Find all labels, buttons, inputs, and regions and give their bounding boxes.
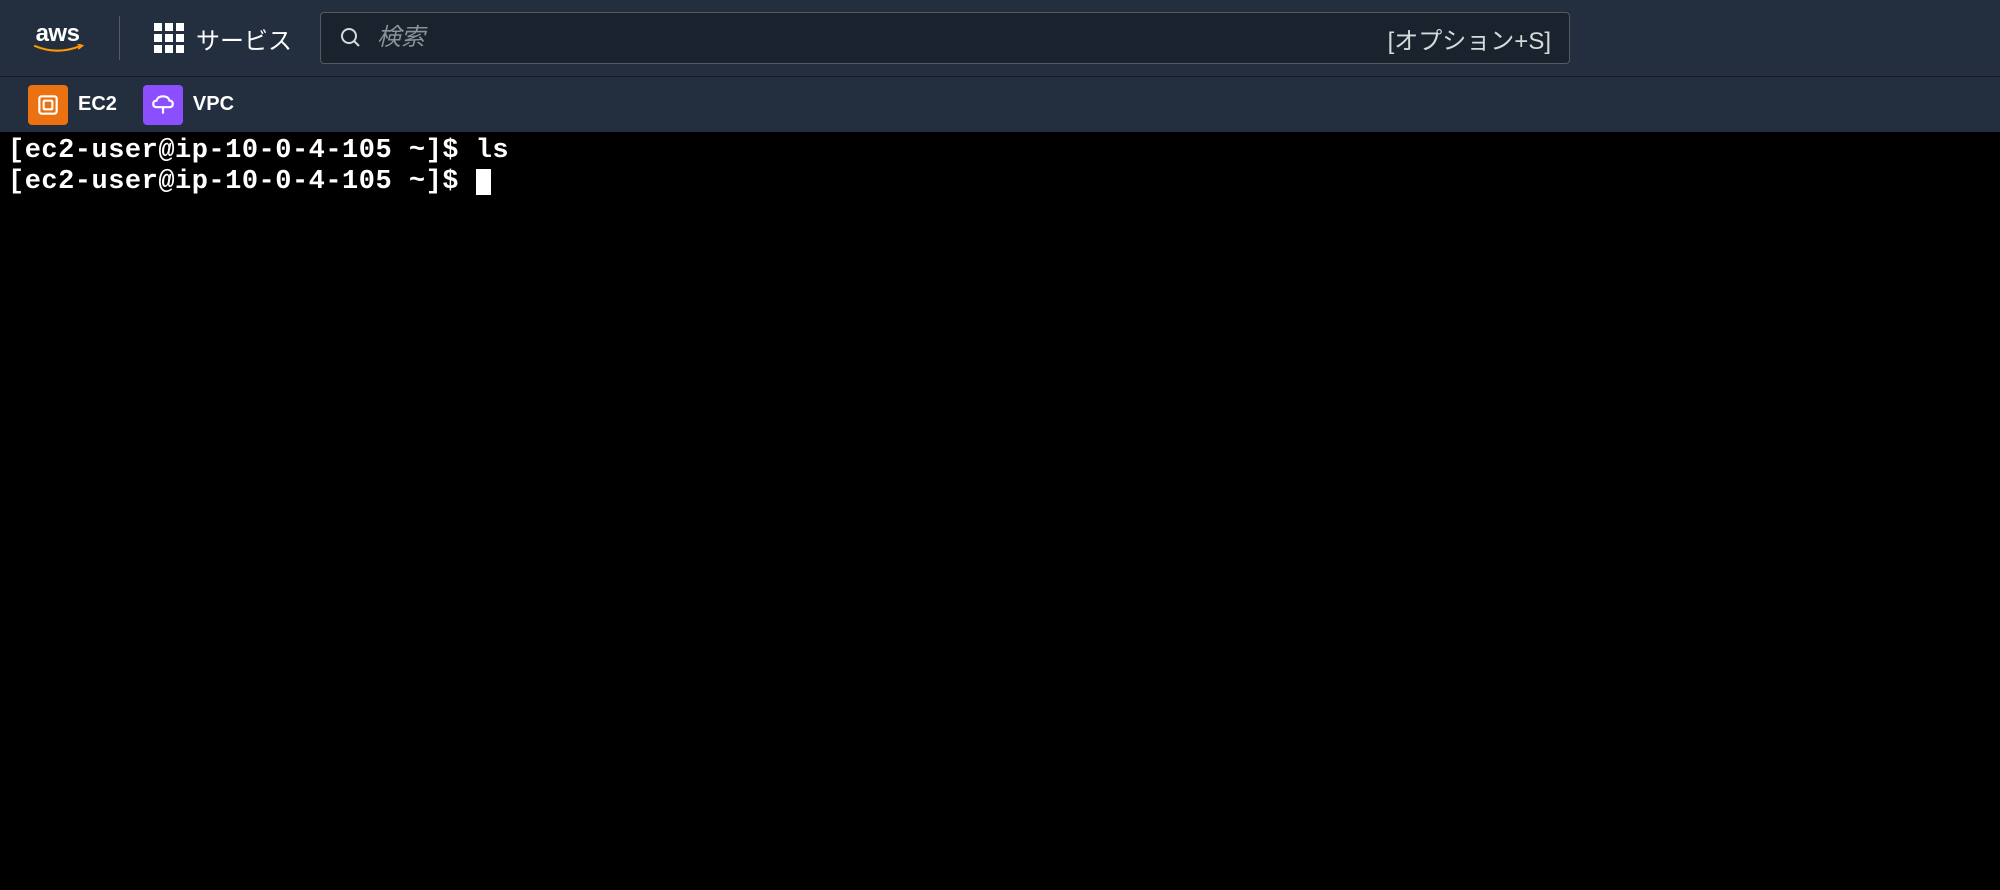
aws-logo-text: aws [36, 22, 80, 46]
aws-swoosh-icon [30, 44, 85, 54]
search-input[interactable] [377, 24, 1374, 52]
prompt: [ec2-user@ip-10-0-4-105 ~]$ [8, 136, 476, 166]
grid-icon [154, 23, 184, 53]
services-label: サービス [196, 21, 292, 56]
terminal-line: [ec2-user@ip-10-0-4-105 ~]$ ls [8, 136, 1992, 167]
sub-nav: EC2 VPC [0, 76, 2000, 132]
search-icon [339, 26, 363, 50]
aws-logo[interactable]: aws [20, 22, 95, 54]
service-label: EC2 [78, 93, 117, 116]
vpc-icon [143, 85, 183, 125]
top-nav: aws サービス [オプション+S] [0, 0, 2000, 76]
services-button[interactable]: サービス [144, 15, 302, 62]
search-hint: [オプション+S] [1388, 21, 1551, 56]
prompt: [ec2-user@ip-10-0-4-105 ~]$ [8, 167, 476, 197]
ec2-icon [28, 85, 68, 125]
divider [119, 16, 120, 60]
service-label: VPC [193, 93, 234, 116]
search-box[interactable]: [オプション+S] [320, 12, 1570, 64]
cursor [476, 169, 491, 195]
terminal[interactable]: [ec2-user@ip-10-0-4-105 ~]$ ls [ec2-user… [0, 132, 2000, 890]
terminal-line: [ec2-user@ip-10-0-4-105 ~]$ [8, 167, 1992, 198]
command: ls [476, 136, 509, 166]
service-button-ec2[interactable]: EC2 [20, 81, 125, 129]
service-button-vpc[interactable]: VPC [135, 81, 242, 129]
